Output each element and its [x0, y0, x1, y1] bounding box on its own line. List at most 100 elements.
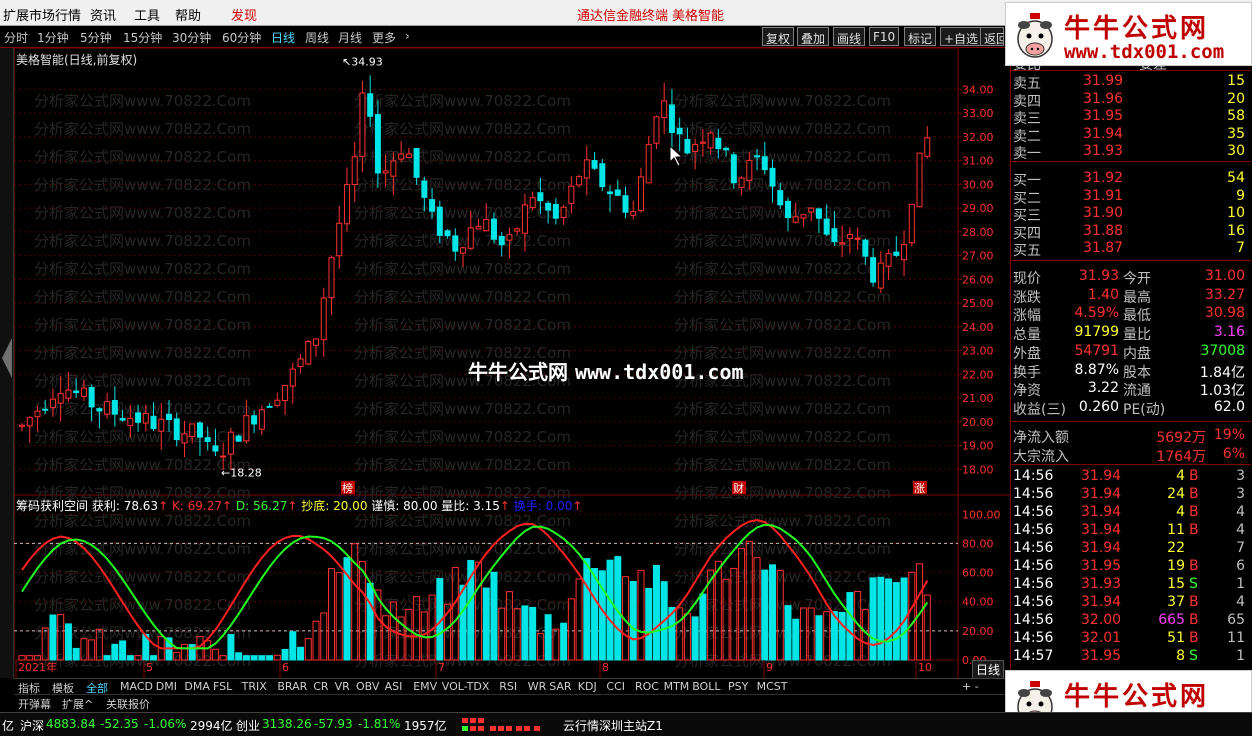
- stat-row[interactable]: 净资 3.22 流通 1.03亿: [1011, 380, 1251, 400]
- stat-row[interactable]: 收益(三) 0.260 PE(动) 62.0: [1011, 399, 1251, 418]
- flow-row[interactable]: 净流入额 5692万 19%: [1011, 427, 1251, 446]
- bid-row[interactable]: 买一 31.92 54: [1011, 170, 1251, 189]
- ind-axis-label: 40.00: [962, 596, 994, 609]
- indicator-tab-obv[interactable]: OBV: [356, 680, 379, 693]
- stat-row[interactable]: 换手 8.87% 股本 1.84亿: [1011, 362, 1251, 381]
- tf-30min[interactable]: 30分钟: [172, 29, 211, 46]
- tf-60min[interactable]: 60分钟: [222, 29, 261, 46]
- ask-row[interactable]: 卖二 31.94 35: [1011, 126, 1251, 145]
- tick-volume: 22: [1167, 540, 1185, 556]
- candle-body: [653, 116, 660, 144]
- tf-1min[interactable]: 1分钟: [37, 29, 69, 46]
- tf-5min[interactable]: 5分钟: [80, 29, 112, 46]
- ask-row[interactable]: 卖四 31.96 20: [1011, 91, 1251, 110]
- collapse-arrow-icon[interactable]: [2, 338, 12, 378]
- indicator-tab-vol-tdx[interactable]: VOL-TDX: [442, 680, 490, 693]
- f10-button[interactable]: F10: [869, 27, 900, 46]
- tf-15min[interactable]: 15分钟: [123, 29, 162, 46]
- indicator-tab-dma[interactable]: DMA: [184, 680, 210, 693]
- indicator-tab-boll[interactable]: BOLL: [692, 680, 720, 693]
- bid-volume: 7: [1236, 240, 1245, 256]
- index-cy-label[interactable]: 创业: [236, 717, 260, 734]
- indicator-tab-brar[interactable]: BRAR: [277, 680, 307, 693]
- indicator-tab-dmi[interactable]: DMI: [156, 680, 177, 693]
- bid-volume: 9: [1236, 187, 1245, 204]
- menu-tools[interactable]: 工具: [134, 5, 160, 24]
- tf-monthly[interactable]: 月线: [338, 29, 362, 46]
- index-sz-change: -52.35: [100, 717, 139, 731]
- ask-row[interactable]: 卖三 31.95 58: [1011, 108, 1251, 127]
- tf-daily[interactable]: 日线: [271, 29, 295, 46]
- indicator-tab-rsi[interactable]: RSI: [499, 680, 517, 693]
- candle-body: [158, 418, 165, 432]
- chevron-right-icon[interactable]: ›: [405, 29, 410, 43]
- left-collapse-strip[interactable]: [0, 48, 14, 678]
- danmaku-tab[interactable]: 开弹幕: [18, 696, 51, 712]
- add-watchlist-button[interactable]: +自选: [940, 27, 983, 46]
- server-status[interactable]: 云行情深圳主站Z1: [563, 717, 663, 734]
- ask-volume: 58: [1227, 108, 1245, 124]
- tick-row[interactable]: 14:56 31.94 24 B 3: [1011, 486, 1251, 504]
- bid-row[interactable]: 买四 31.88 16: [1011, 223, 1251, 242]
- indicator-tab-cci[interactable]: CCI: [606, 680, 625, 693]
- stat-value: 31.93: [1078, 268, 1119, 284]
- indicator-values: 获利: 78.63↑ K: 69.27↑ D: 56.27↑ 抄底: 20.00…: [92, 499, 583, 513]
- indicator-tab-macd[interactable]: MACD: [120, 680, 153, 693]
- indicator-tab-vr[interactable]: VR: [335, 680, 350, 693]
- ask-row[interactable]: 卖一 31.93 30: [1011, 143, 1251, 162]
- zoom-icon[interactable]: + -: [962, 680, 979, 693]
- indicator-tab-roc[interactable]: ROC: [635, 680, 659, 693]
- candle-body: [429, 199, 436, 212]
- back-button[interactable]: 返回: [980, 27, 1004, 46]
- stat-row[interactable]: 总量 91799 量比 3.16: [1011, 324, 1251, 343]
- indicator-tab-trix[interactable]: TRIX: [242, 680, 267, 693]
- indicator-tab-kdj[interactable]: KDJ: [578, 680, 597, 693]
- indicator-tab-mtm[interactable]: MTM: [664, 680, 690, 693]
- tick-row[interactable]: 14:57 31.95 8 S 1: [1011, 648, 1251, 666]
- tf-weekly[interactable]: 周线: [305, 29, 329, 46]
- tick-row[interactable]: 14:56 32.00 665 B 65: [1011, 612, 1251, 630]
- stat-row[interactable]: 涨跌 1.40 最高 33.27: [1011, 287, 1251, 306]
- status-unit-label: 亿: [2, 719, 15, 733]
- tick-row[interactable]: 14:56 32.01 51 B 11: [1011, 630, 1251, 648]
- candle-body: [119, 418, 126, 421]
- indicator-tab-sar[interactable]: SAR: [549, 680, 571, 693]
- indicator-tab-cr[interactable]: CR: [313, 680, 328, 693]
- ghost-watermark: 分析家公式网www.70822.Com: [354, 260, 571, 278]
- tick-row[interactable]: 14:56 31.93 15 S 1: [1011, 576, 1251, 594]
- tick-row[interactable]: 14:56 31.94 22 7: [1011, 540, 1251, 558]
- menu-discover[interactable]: 发现: [231, 5, 257, 24]
- tick-row[interactable]: 14:56 31.94 37 B 4: [1011, 594, 1251, 612]
- menu-news[interactable]: 资讯: [90, 5, 116, 24]
- mark-button[interactable]: 标记: [904, 27, 937, 46]
- related-quote-tab[interactable]: 关联报价: [106, 696, 150, 712]
- tick-row[interactable]: 14:56 31.95 19 B 6: [1011, 558, 1251, 576]
- indicator-tab-wr[interactable]: WR: [528, 680, 547, 693]
- indicator-tab-psy[interactable]: PSY: [728, 680, 748, 693]
- menu-help[interactable]: 帮助: [175, 5, 201, 24]
- index-sz-label[interactable]: 沪深: [20, 717, 44, 734]
- indicator-tab-mcst[interactable]: MCST: [757, 680, 788, 693]
- tick-row[interactable]: 14:56 31.94 4 B 3: [1011, 468, 1251, 486]
- extend-tab[interactable]: 扩展^: [62, 696, 93, 712]
- adjust-button[interactable]: 复权: [762, 27, 795, 46]
- stat-row[interactable]: 现价 31.93 今开 31.00: [1011, 268, 1251, 287]
- bid-row[interactable]: 买二 31.91 9: [1011, 187, 1251, 207]
- menu-extended-market[interactable]: 扩展市场行情: [3, 5, 81, 24]
- tick-row[interactable]: 14:56 31.94 11 B 4: [1011, 522, 1251, 540]
- tf-more[interactable]: 更多: [372, 29, 396, 46]
- ask-row[interactable]: 卖五 31.99 15: [1011, 73, 1251, 92]
- indicator-tab-emv[interactable]: EMV: [413, 680, 437, 693]
- indicator-tab-asi[interactable]: ASI: [385, 680, 403, 693]
- overlay-button[interactable]: 叠加: [797, 27, 830, 46]
- stat-row[interactable]: 涨幅 4.59% 最低 30.98: [1011, 305, 1251, 324]
- bid-row[interactable]: 买三 31.90 10: [1011, 205, 1251, 224]
- draw-line-button[interactable]: 画线: [833, 27, 866, 46]
- indicator-tab-fsl[interactable]: FSL: [213, 680, 232, 693]
- bid-row[interactable]: 买五 31.87 7: [1011, 240, 1251, 259]
- stat-label: 净资: [1013, 383, 1041, 400]
- tick-row[interactable]: 14:56 31.94 4 B 4: [1011, 504, 1251, 522]
- tf-intraday[interactable]: 分时: [4, 29, 28, 46]
- stat-row[interactable]: 外盘 54791 内盘 37008: [1011, 343, 1251, 362]
- flow-row[interactable]: 大宗流入 1764万 6%: [1011, 446, 1251, 465]
